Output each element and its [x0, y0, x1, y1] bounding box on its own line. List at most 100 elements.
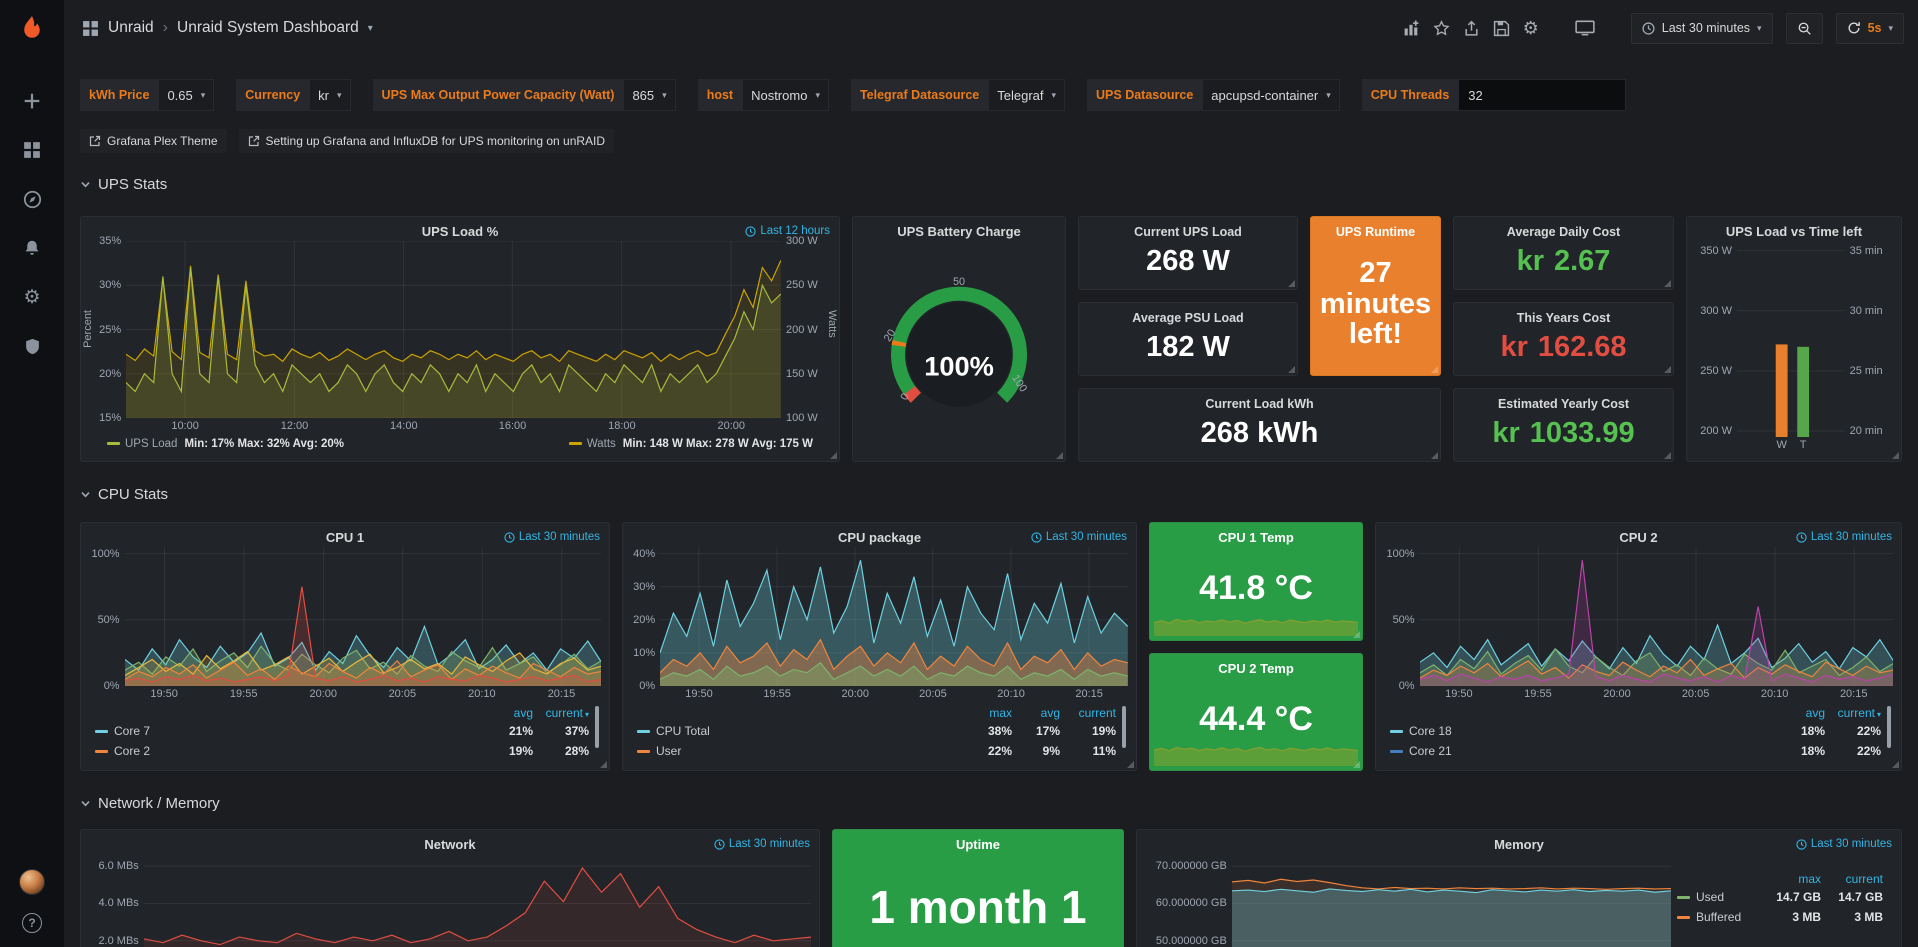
panel-title[interactable]: Network: [89, 834, 811, 854]
y-tick: 2.0 MBs: [98, 935, 138, 947]
series-toggle[interactable]: Core 2: [95, 744, 477, 758]
legend-item-ups-load[interactable]: UPS LoadMin: 17% Max: 32% Avg: 20%: [107, 438, 344, 450]
plot-area[interactable]: [126, 241, 781, 418]
sidebar-item-configuration[interactable]: ⚙: [21, 286, 43, 308]
grafana-logo[interactable]: [15, 12, 49, 46]
panel-title[interactable]: Current Load kWh: [1087, 393, 1432, 413]
cpu-threads-input[interactable]: [1458, 79, 1626, 111]
series-toggle[interactable]: CPU Total: [637, 724, 960, 738]
variable-value-dropdown[interactable]: kr▾: [309, 79, 350, 111]
time-range-badge[interactable]: Last 30 minutes: [1796, 838, 1892, 850]
panel-average-daily-cost: Average Daily Cost kr2.67: [1453, 216, 1674, 290]
title-caret-icon[interactable]: ▾: [368, 23, 373, 34]
ups-bars-chart[interactable]: 200 W250 W300 W350 W20 min25 min30 min35…: [1695, 241, 1893, 453]
memory-chart[interactable]: 50.000000 GB60.000000 GB70.000000 GB: [1145, 854, 1671, 947]
panel-title[interactable]: CPU 2 Temp: [1158, 658, 1354, 678]
plot-area[interactable]: [1737, 241, 1845, 437]
legend-header-avg[interactable]: avg: [1012, 706, 1060, 720]
panel-title[interactable]: UPS Load %: [97, 221, 823, 241]
variable-value-dropdown[interactable]: 865▾: [623, 79, 675, 111]
dashboard-settings-button[interactable]: ⚙: [1523, 19, 1539, 37]
sidebar-item-explore[interactable]: [21, 188, 43, 210]
panel-title[interactable]: Memory: [1145, 834, 1893, 854]
series-toggle[interactable]: Used: [1677, 890, 1759, 904]
legend-header-avg[interactable]: avg: [477, 706, 533, 720]
user-avatar[interactable]: [19, 869, 45, 895]
legend-header-current[interactable]: current▾: [533, 706, 589, 720]
share-button[interactable]: [1463, 20, 1480, 37]
time-range-badge[interactable]: Last 30 minutes: [1796, 531, 1892, 543]
sidebar-item-admin[interactable]: [21, 335, 43, 357]
section-cpu-stats[interactable]: CPU Stats: [80, 482, 1902, 506]
panel-title[interactable]: UPS Runtime: [1319, 221, 1432, 241]
plot-area[interactable]: [125, 547, 601, 686]
cpu1-chart[interactable]: 0%50%100%19:5019:5520:0020:0520:1020:15: [89, 547, 601, 702]
variable-value-dropdown[interactable]: apcupsd-container▾: [1202, 79, 1340, 111]
cpu-package-chart[interactable]: 0%10%20%30%40%19:5019:5520:0020:0520:102…: [631, 547, 1128, 702]
plot-area[interactable]: [1154, 604, 1358, 636]
plot-area[interactable]: [1232, 854, 1671, 947]
plot-area[interactable]: [1420, 547, 1893, 686]
y-axis: 200 W250 W300 W350 W: [1695, 241, 1737, 437]
legend-header-max[interactable]: max: [960, 706, 1012, 720]
panel-title[interactable]: This Years Cost: [1462, 307, 1665, 327]
panel-title[interactable]: Average Daily Cost: [1462, 221, 1665, 241]
legend-scrollbar[interactable]: [1887, 706, 1891, 748]
ups-load-chart[interactable]: 15%20%25%30%35%100 W150 W200 W250 W300 W…: [97, 241, 823, 434]
link-ups-monitoring-guide[interactable]: Setting up Grafana and InfluxDB for UPS …: [239, 129, 615, 153]
panel-title[interactable]: CPU 1 Temp: [1158, 527, 1354, 547]
panel-title[interactable]: UPS Battery Charge: [861, 221, 1057, 241]
breadcrumb-app[interactable]: Unraid: [108, 19, 154, 37]
legend-header-current[interactable]: current: [1821, 872, 1883, 886]
tv-mode-button[interactable]: [1575, 20, 1595, 36]
help-icon[interactable]: ?: [22, 913, 42, 933]
panel-title[interactable]: Current UPS Load: [1087, 221, 1289, 241]
variable-value-dropdown[interactable]: 0.65▾: [158, 79, 214, 111]
save-button[interactable]: [1493, 20, 1510, 37]
star-button[interactable]: [1433, 20, 1450, 37]
sidebar-item-dashboards[interactable]: [21, 139, 43, 161]
legend-header-current[interactable]: current▾: [1825, 706, 1881, 720]
legend-item-watts[interactable]: WattsMin: 148 W Max: 278 W Avg: 175 W: [569, 438, 813, 450]
panel-title[interactable]: Uptime: [841, 834, 1115, 854]
stat-value: 1 month 1: [841, 880, 1115, 934]
legend-scrollbar[interactable]: [595, 706, 599, 748]
plus-icon: [23, 92, 41, 110]
plot-area[interactable]: [660, 547, 1128, 686]
chevron-down-icon: ▾: [815, 90, 820, 101]
zoom-out-button[interactable]: [1786, 13, 1823, 44]
series-toggle[interactable]: Buffered: [1677, 910, 1759, 924]
variable-value-dropdown[interactable]: Nostromo▾: [742, 79, 829, 111]
panel-title[interactable]: UPS Load vs Time left: [1695, 221, 1893, 241]
add-panel-button[interactable]: [1403, 20, 1420, 37]
legend-header-max[interactable]: max: [1759, 872, 1821, 886]
section-network-memory[interactable]: Network / Memory: [80, 791, 1902, 815]
panel-title[interactable]: Average PSU Load: [1087, 307, 1289, 327]
series-toggle[interactable]: Core 7: [95, 724, 477, 738]
legend-header-avg[interactable]: avg: [1769, 706, 1825, 720]
section-ups-stats[interactable]: UPS Stats: [80, 172, 1902, 196]
cpu2-chart[interactable]: 0%50%100%19:5019:5520:0020:0520:1020:15: [1384, 547, 1893, 702]
time-range-badge[interactable]: Last 30 minutes: [714, 838, 810, 850]
sidebar-item-alerting[interactable]: [21, 237, 43, 259]
link-grafana-plex-theme[interactable]: Grafana Plex Theme: [80, 129, 227, 153]
network-chart[interactable]: 2.0 MBs4.0 MBs6.0 MBs: [89, 854, 811, 947]
breadcrumb-title[interactable]: Unraid System Dashboard: [177, 19, 359, 37]
plot-area[interactable]: [1154, 734, 1358, 766]
panel-title[interactable]: Estimated Yearly Cost: [1462, 393, 1665, 413]
refresh-picker[interactable]: 5s ▾: [1836, 13, 1904, 44]
series-toggle[interactable]: Core 21: [1390, 744, 1769, 758]
time-range-badge[interactable]: Last 12 hours: [745, 225, 830, 237]
time-range-badge[interactable]: Last 30 minutes: [504, 531, 600, 543]
legend-header-current[interactable]: current: [1060, 706, 1116, 720]
series-toggle[interactable]: User: [637, 744, 960, 758]
series-toggle[interactable]: Core 18: [1390, 724, 1769, 738]
time-range-badge[interactable]: Last 30 minutes: [1031, 531, 1127, 543]
plot-area[interactable]: [144, 854, 811, 947]
variable-value-dropdown[interactable]: Telegraf▾: [988, 79, 1065, 111]
time-picker[interactable]: Last 30 minutes ▾: [1631, 13, 1773, 44]
panel-ups-runtime: UPS Runtime 27 minutes left!: [1310, 216, 1441, 376]
sidebar-item-create[interactable]: [21, 90, 43, 112]
x-axis: 19:5019:5520:0020:0520:1020:15: [1420, 686, 1893, 702]
legend-scrollbar[interactable]: [1122, 706, 1126, 748]
